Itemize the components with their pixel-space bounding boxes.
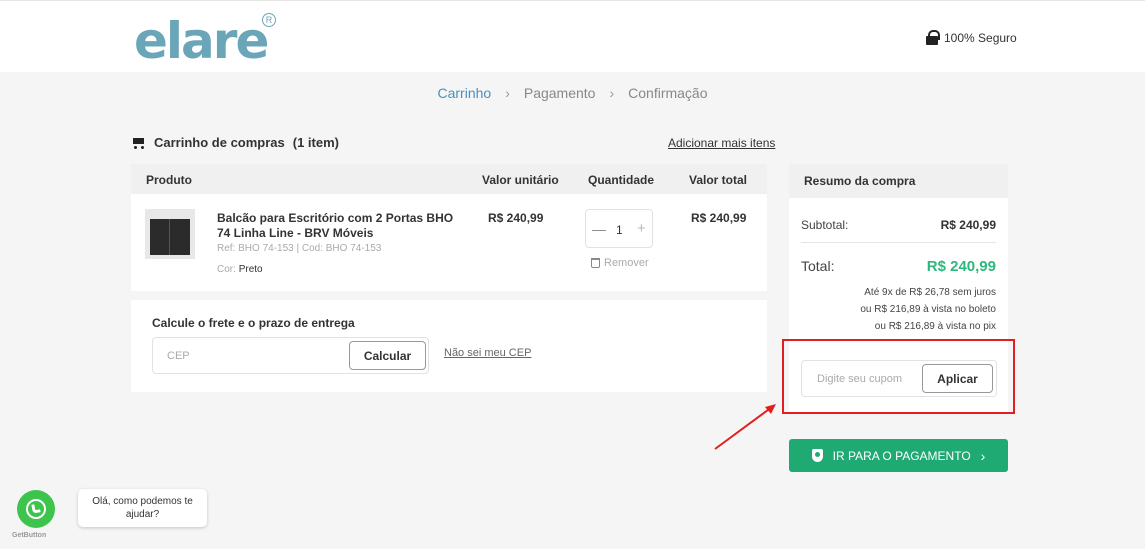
- product-color: Cor: Preto: [217, 264, 263, 275]
- product-name[interactable]: Balcão para Escritório com 2 Portas BHO …: [217, 211, 457, 241]
- coupon-highlight-box: [782, 339, 1015, 414]
- shield-icon: [811, 449, 823, 462]
- secure-label: 100% Seguro: [944, 30, 1017, 45]
- quantity-stepper: — 1 +: [585, 209, 653, 248]
- product-ref: Ref: BHO 74-153 | Cod: BHO 74-153: [217, 243, 382, 254]
- remove-label: Remover: [604, 257, 649, 269]
- subtotal-row: Subtotal: R$ 240,99: [801, 218, 996, 232]
- total-row: Total: R$ 240,99: [801, 258, 996, 275]
- secure-badge: 100% Seguro: [926, 30, 1017, 45]
- checkout-steps: Carrinho › Pagamento › Confirmação: [0, 85, 1145, 101]
- whatsapp-button[interactable]: [17, 490, 55, 528]
- annotation-arrow-icon: [714, 404, 776, 450]
- step-payment: Pagamento: [523, 85, 596, 101]
- increase-quantity-button[interactable]: +: [637, 220, 646, 237]
- chevron-right-icon: ›: [505, 85, 510, 101]
- phone-icon: [31, 503, 41, 514]
- total-label: Total:: [801, 258, 835, 274]
- col-unit-price: Valor unitário: [482, 173, 559, 187]
- registered-mark-icon: R: [262, 13, 276, 27]
- cart-title-text: Carrinho de compras: [154, 135, 285, 150]
- pix-line: ou R$ 216,89 à vista no pix: [874, 321, 996, 332]
- subtotal-value: R$ 240,99: [940, 218, 996, 232]
- quantity-value[interactable]: 1: [616, 223, 623, 237]
- site-header: elare R 100% Seguro: [0, 0, 1145, 72]
- cart-table-header: Produto Valor unitário Quantidade Valor …: [131, 164, 767, 194]
- decrease-quantity-button[interactable]: —: [592, 221, 606, 237]
- col-product: Produto: [146, 173, 192, 187]
- go-to-payment-label: IR PARA O PAGAMENTO: [832, 448, 971, 463]
- lock-icon: [926, 30, 940, 45]
- shopping-cart-icon: [131, 136, 146, 149]
- cart-title: Carrinho de compras (1 item): [131, 135, 339, 150]
- getbutton-label: GetButton: [12, 532, 47, 539]
- divider: [801, 242, 996, 243]
- product-color-label: Cor:: [217, 264, 236, 275]
- summary-title: Resumo da compra: [789, 164, 1008, 198]
- total-value: R$ 240,99: [926, 258, 996, 275]
- unit-price: R$ 240,99: [488, 211, 544, 225]
- go-to-payment-button[interactable]: IR PARA O PAGAMENTO ›: [789, 439, 1008, 472]
- calculate-button[interactable]: Calcular: [349, 341, 426, 370]
- remove-item-button[interactable]: Remover: [591, 257, 649, 269]
- trash-icon: [591, 258, 600, 268]
- cep-input[interactable]: [153, 338, 343, 373]
- cart-count: (1 item): [292, 135, 339, 150]
- cep-field-group: Calcular: [152, 337, 429, 374]
- step-cart[interactable]: Carrinho: [437, 85, 491, 101]
- chevron-right-icon: ›: [980, 447, 986, 464]
- product-color-value: Preto: [238, 264, 263, 275]
- boleto-line: ou R$ 216,89 à vista no boleto: [860, 304, 996, 315]
- chevron-right-icon: ›: [609, 85, 615, 101]
- elare-logo[interactable]: elare: [134, 11, 269, 71]
- whatsapp-bubble[interactable]: Olá, como podemos te ajudar?: [78, 489, 207, 527]
- add-more-items-link[interactable]: Adicionar mais itens: [668, 136, 775, 150]
- subtotal-label: Subtotal:: [801, 218, 849, 232]
- total-price: R$ 240,99: [691, 211, 747, 225]
- product-image[interactable]: [145, 209, 195, 259]
- shipping-calculator: Calcule o frete e o prazo de entrega Cal…: [131, 300, 767, 392]
- col-quantity: Quantidade: [588, 173, 655, 187]
- unknown-cep-link[interactable]: Não sei meu CEP: [444, 347, 531, 359]
- cart-table: Produto Valor unitário Quantidade Valor …: [131, 164, 767, 291]
- col-total: Valor total: [689, 173, 748, 187]
- step-confirmation: Confirmação: [628, 85, 708, 101]
- installment-line: Até 9x de R$ 26,78 sem juros: [864, 287, 996, 298]
- shipping-title: Calcule o frete e o prazo de entrega: [152, 316, 355, 330]
